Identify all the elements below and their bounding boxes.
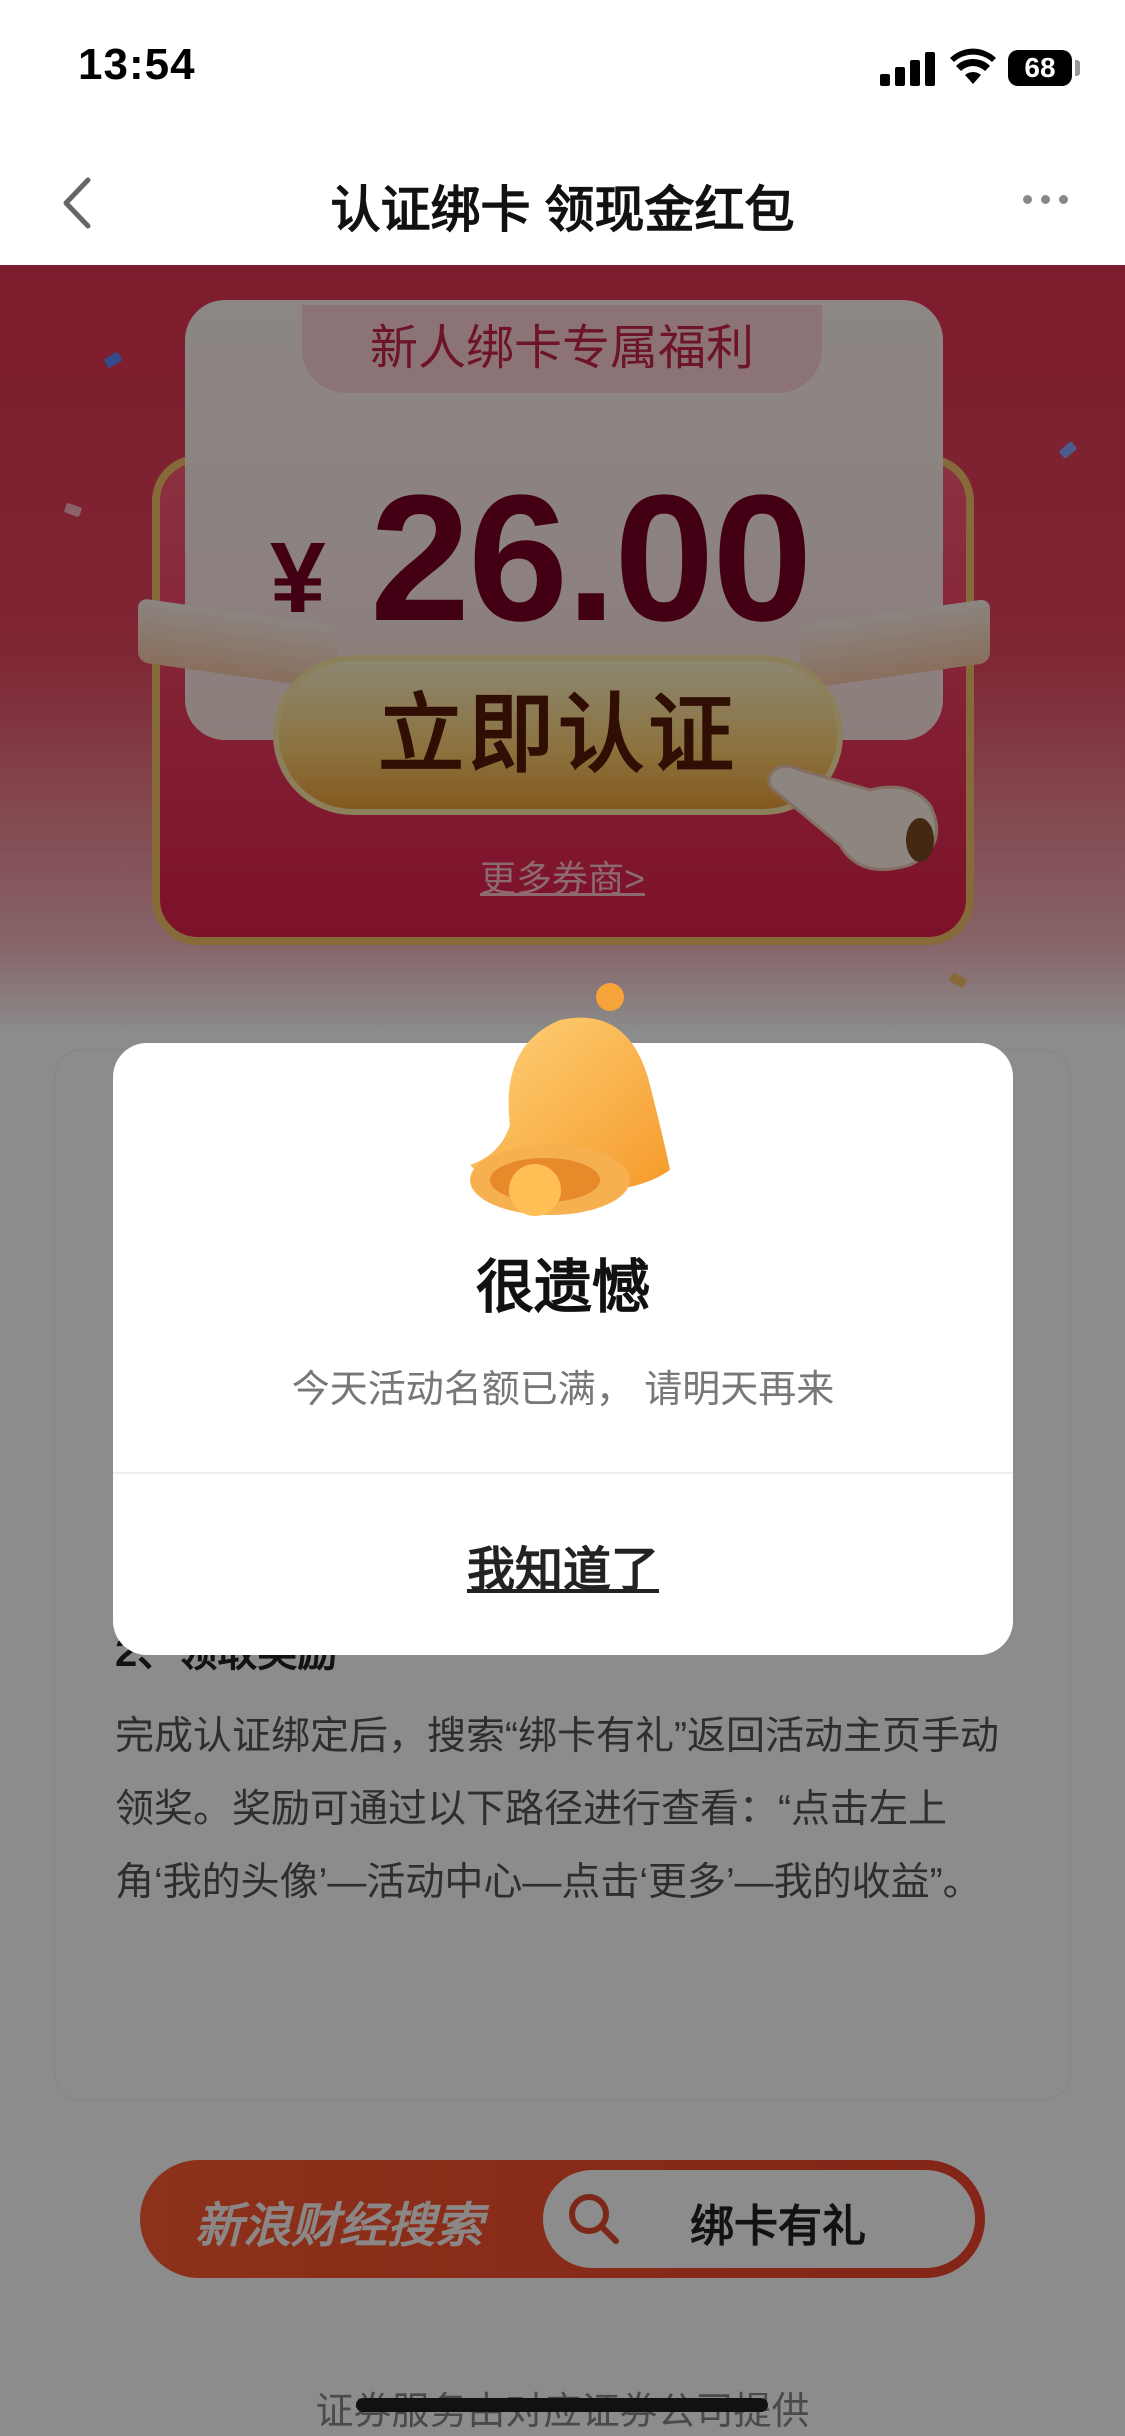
cellular-signal-icon [880, 52, 936, 86]
battery-tip [1075, 60, 1080, 76]
bell-icon [470, 983, 670, 1216]
status-time: 13:54 [78, 40, 196, 89]
modal-title: 很遗憾 [475, 1255, 650, 1320]
status-bar: 13:54 68 [0, 0, 1125, 140]
modal-message: 今天活动名额已满， 请明天再来 [291, 1369, 835, 1411]
wifi-icon [950, 48, 996, 84]
nav-bar: 认证绑卡 领现金红包 [0, 140, 1125, 266]
battery-icon: 68 [1008, 50, 1072, 86]
home-indicator[interactable] [356, 2398, 768, 2412]
more-options-icon[interactable] [1015, 180, 1075, 220]
modal-divider [113, 1472, 1013, 1474]
page-title: 认证绑卡 领现金红包 [330, 182, 795, 238]
confirm-button[interactable]: 我知道了 [113, 1530, 1013, 1600]
